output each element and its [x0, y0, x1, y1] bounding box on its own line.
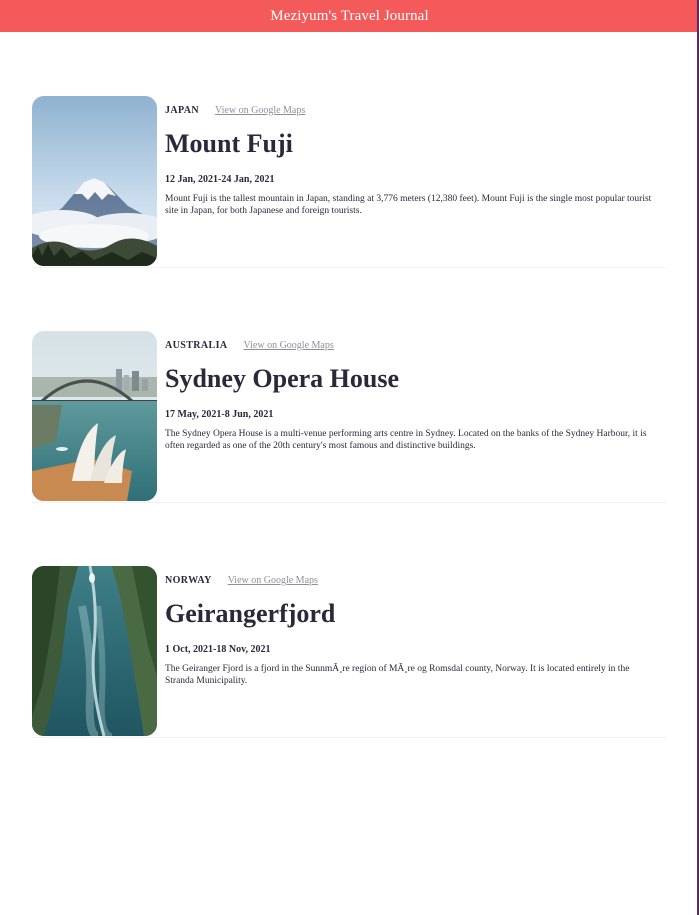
google-maps-link[interactable]: View on Google Maps — [244, 340, 334, 351]
entry-photo-geirangerfjord — [32, 566, 157, 736]
entry-photo-mount-fuji — [32, 96, 157, 266]
app-header: Meziyum's Travel Journal — [0, 0, 699, 32]
entry-title: Sydney Opera House — [165, 364, 400, 393]
opera-house-photo — [32, 331, 157, 501]
entry-dates: 1 Oct, 2021-18 Nov, 2021 — [165, 644, 271, 655]
entry-info: NORWAY View on Google Maps Geirangerfjor… — [165, 566, 660, 697]
app-title: Meziyum's Travel Journal — [270, 7, 429, 24]
country-label: NORWAY — [165, 574, 212, 586]
journal-entry: AUSTRALIA View on Google Maps Sydney Ope… — [32, 331, 666, 503]
google-maps-link[interactable]: View on Google Maps — [228, 575, 318, 586]
google-maps-link[interactable]: View on Google Maps — [215, 105, 305, 116]
entry-info: AUSTRALIA View on Google Maps Sydney Ope… — [165, 331, 660, 462]
country-label: AUSTRALIA — [165, 339, 228, 351]
entry-title: Geirangerfjord — [165, 599, 336, 628]
entry-info: JAPAN View on Google Maps Mount Fuji 12 … — [165, 96, 660, 227]
entry-dates: 17 May, 2021-8 Jun, 2021 — [165, 409, 274, 420]
country-label: JAPAN — [165, 104, 200, 116]
journal-entry: NORWAY View on Google Maps Geirangerfjor… — [32, 566, 666, 738]
journal-entry: JAPAN View on Google Maps Mount Fuji 12 … — [32, 96, 666, 268]
entry-description: The Geiranger Fjord is a fjord in the Su… — [165, 664, 630, 686]
entry-photo-sydney-opera-house — [32, 331, 157, 501]
fjord-photo — [32, 566, 157, 736]
entry-dates: 12 Jan, 2021-24 Jan, 2021 — [165, 174, 275, 185]
entry-description: The Sydney Opera House is a multi-venue … — [165, 429, 647, 451]
entry-title: Mount Fuji — [165, 129, 293, 158]
mountain-photo — [32, 96, 157, 266]
entry-description: Mount Fuji is the tallest mountain in Ja… — [165, 194, 652, 216]
location-row: JAPAN View on Google Maps — [165, 96, 660, 124]
location-row: AUSTRALIA View on Google Maps — [165, 331, 660, 359]
location-row: NORWAY View on Google Maps — [165, 566, 660, 594]
